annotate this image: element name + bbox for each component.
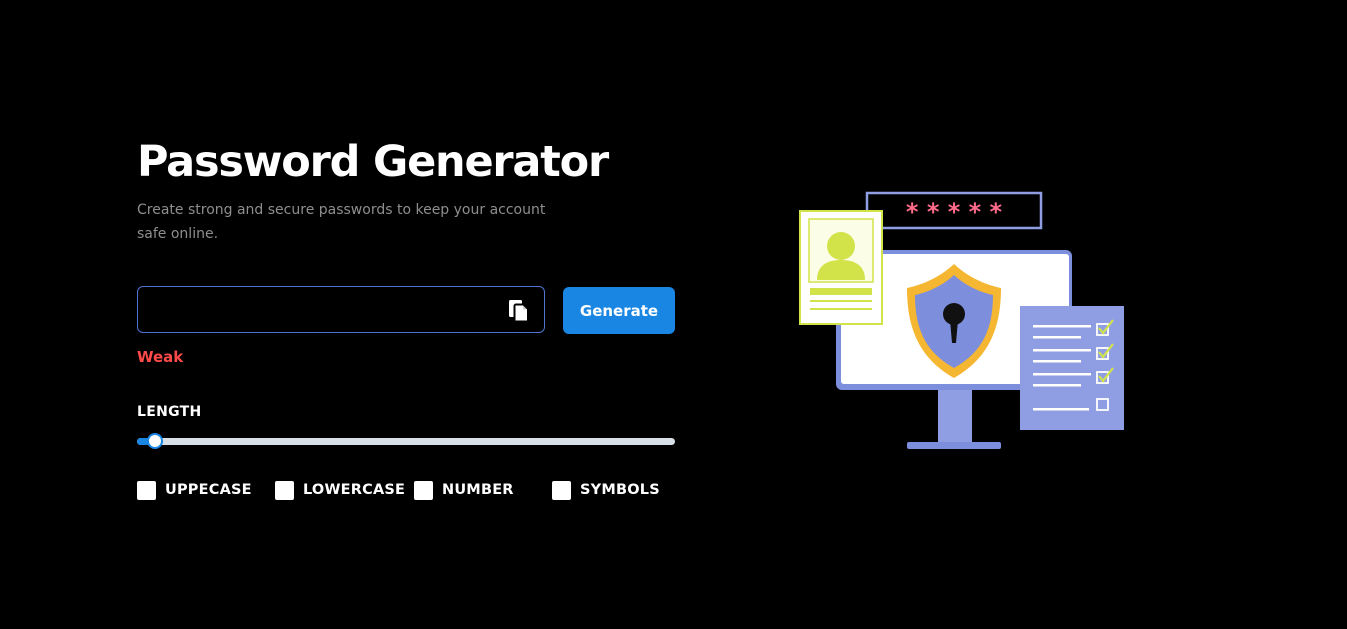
slider-track bbox=[137, 438, 675, 445]
monitor-stand bbox=[938, 388, 972, 446]
page-title: Password Generator bbox=[137, 137, 609, 187]
password-row: Generate bbox=[137, 286, 677, 336]
copy-icon[interactable] bbox=[508, 299, 530, 323]
option-symbols[interactable]: SYMBOLS bbox=[552, 479, 660, 501]
option-label: SYMBOLS bbox=[580, 482, 660, 498]
length-slider[interactable] bbox=[137, 433, 675, 449]
security-illustration: * * * * * bbox=[799, 191, 1124, 449]
slider-thumb[interactable] bbox=[147, 433, 164, 449]
generate-button[interactable]: Generate bbox=[563, 287, 675, 334]
character-options: UPPECASE LOWERCASE NUMBER SYMBOLS bbox=[137, 479, 677, 503]
option-label: LOWERCASE bbox=[303, 482, 406, 498]
password-field bbox=[137, 286, 545, 333]
option-number[interactable]: NUMBER bbox=[414, 479, 514, 501]
option-lowercase[interactable]: LOWERCASE bbox=[275, 479, 405, 501]
option-uppercase[interactable]: UPPECASE bbox=[137, 479, 252, 501]
symbols-checkbox[interactable] bbox=[552, 480, 571, 500]
number-checkbox[interactable] bbox=[414, 480, 433, 500]
masked-password-text: * * * * * bbox=[906, 198, 1003, 226]
length-label: LENGTH bbox=[137, 404, 202, 420]
user-avatar-icon bbox=[827, 232, 855, 260]
page-subtitle: Create strong and secure passwords to ke… bbox=[137, 202, 546, 242]
strength-indicator: Weak bbox=[137, 348, 184, 366]
monitor-base bbox=[907, 442, 1001, 449]
page: Password Generator Create strong and sec… bbox=[0, 0, 1347, 629]
option-label: UPPECASE bbox=[165, 482, 252, 498]
uppercase-checkbox[interactable] bbox=[137, 480, 156, 500]
password-input[interactable] bbox=[150, 295, 504, 327]
lowercase-checkbox[interactable] bbox=[275, 480, 294, 500]
option-label: NUMBER bbox=[442, 482, 514, 498]
generator-panel: Password Generator Create strong and sec… bbox=[137, 136, 677, 500]
